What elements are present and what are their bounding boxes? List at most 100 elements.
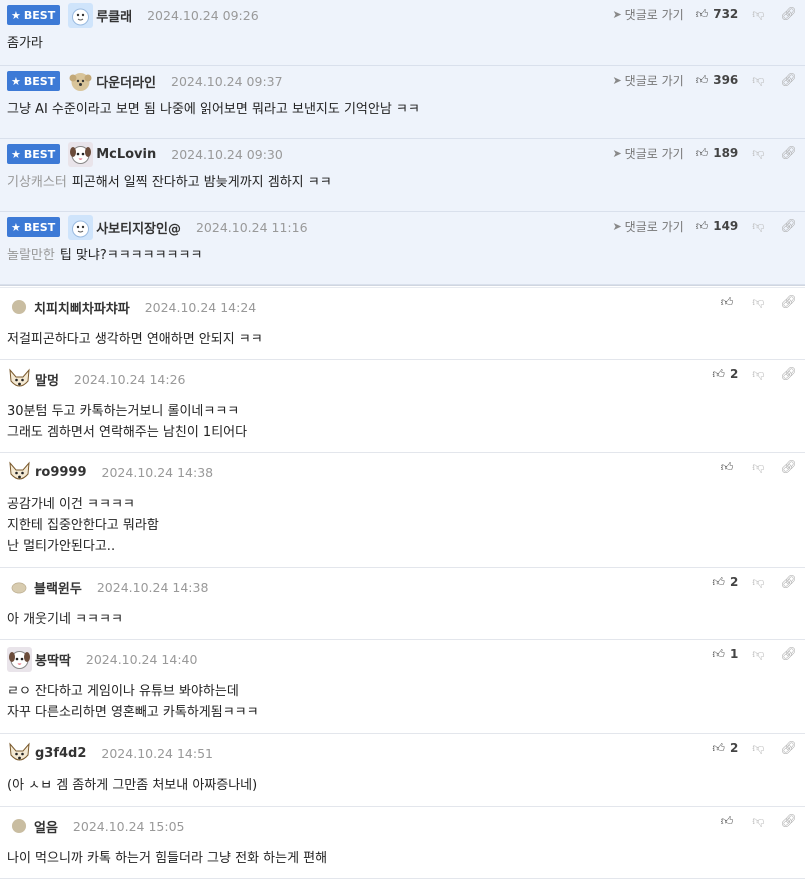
- like-button[interactable]: 👍︎: [702, 295, 738, 310]
- link-icon[interactable]: 🔗︎: [780, 295, 797, 310]
- comment-actions: 👍︎ 1 👎︎ 🔗︎: [702, 640, 797, 668]
- dog-avatar: [68, 141, 94, 167]
- like-count: 2: [729, 575, 739, 589]
- comment: 블랙윈두 2024.10.24 14:38 👍︎ 2 👎︎ 🔗︎ 아 개웃기네 ㅋㅋㅋㅋ: [0, 568, 805, 640]
- thumbs-down-icon[interactable]: 👎︎: [752, 146, 764, 161]
- like-button[interactable]: 👍︎ 396: [696, 73, 739, 88]
- comment-text: 난 멀티가안된다고..: [7, 539, 116, 554]
- like-button[interactable]: 👍︎ 2: [702, 741, 738, 756]
- like-button[interactable]: 👍︎: [702, 814, 738, 829]
- dog-avatar: [7, 646, 32, 672]
- link-icon[interactable]: 🔗︎: [780, 814, 797, 829]
- comment-date: 2024.10.24 09:26: [147, 7, 259, 23]
- goto-comment-link[interactable]: ➤ 댓글로 가기: [612, 72, 683, 89]
- like-button[interactable]: 👍︎ 732: [696, 7, 739, 22]
- comment-date: 2024.10.24 14:24: [144, 299, 257, 315]
- thumbs-down-icon[interactable]: 👎︎: [752, 814, 764, 829]
- comment-body: 30분텀 두고 카톡하는거보니 롤이네ㅋㅋㅋ 그래도 겜하면서 연락해주는 남친이…: [0, 398, 805, 451]
- like-button[interactable]: 👍︎: [702, 460, 738, 475]
- like-count: 732: [713, 7, 739, 21]
- comment-actions: ➤ 댓글로 가기 👍︎ 189 👎︎ 🔗︎: [612, 139, 797, 167]
- goto-comment-link[interactable]: ➤ 댓글로 가기: [612, 6, 683, 23]
- thumbs-up-icon: 👍︎: [712, 740, 725, 755]
- thumbs-down-icon[interactable]: 👎︎: [752, 219, 764, 234]
- nickname[interactable]: 봉딱딱: [35, 650, 71, 669]
- comment-body: 아 개웃기네 ㅋㅋㅋㅋ: [0, 606, 805, 638]
- comment-header: 봉딱딱 2024.10.24 14:40 👍︎ 1 👎︎ 🔗︎: [0, 640, 805, 678]
- thumbs-up-icon: 👍︎: [712, 574, 725, 589]
- star-icon: ★: [11, 74, 21, 88]
- link-icon[interactable]: 🔗︎: [780, 647, 797, 662]
- like-button[interactable]: 👍︎ 2: [702, 575, 738, 590]
- thumbs-down-icon[interactable]: 👎︎: [752, 73, 764, 88]
- comment-body: 저걸피곤하다고 생각하면 연애하면 안되지 ㅋㅋ: [0, 326, 805, 358]
- best-badge: ★ BEST: [7, 5, 61, 25]
- comment-body: 기상캐스터 피곤해서 일찍 잔다하고 밤늦게까지 겜하지 ㅋㅋ: [0, 169, 805, 206]
- star-icon: ★: [11, 147, 21, 161]
- like-count: 2: [729, 741, 739, 755]
- best-badge-label: BEST: [23, 147, 56, 161]
- comment-body: ㄹㅇ 잔다하고 게임이나 유튜브 봐야하는데 자꾸 다른소리하면 영혼빼고 카톡하…: [0, 678, 805, 731]
- nickname[interactable]: 치피치삐차파챠파: [34, 298, 130, 317]
- comment-line: 나이 먹으니까 카톡 하는거 힘들더라 그냥 전화 하는게 편해: [7, 848, 798, 869]
- goto-comment-link[interactable]: ➤ 댓글로 가기: [612, 145, 683, 162]
- comment-header: ★ BEST 루클래 2024.10.24 09:26 ➤ 댓글로 가기 👍︎ 732 👎︎ 🔗︎: [0, 0, 805, 30]
- like-button[interactable]: 👍︎ 189: [696, 146, 739, 161]
- comment-date: 2024.10.24 14:38: [96, 579, 209, 595]
- comment-text: 아 개웃기네 ㅋㅋㅋㅋ: [7, 612, 123, 627]
- comment-line: 저걸피곤하다고 생각하면 연애하면 안되지 ㅋㅋ: [7, 329, 798, 350]
- link-icon[interactable]: 🔗︎: [780, 146, 797, 161]
- link-icon[interactable]: 🔗︎: [780, 575, 797, 590]
- comment-actions: 👍︎ 👎︎ 🔗︎: [702, 453, 797, 481]
- nickname[interactable]: 얼음: [34, 817, 58, 836]
- nickname[interactable]: 다운더라인: [96, 72, 156, 91]
- link-icon[interactable]: 🔗︎: [780, 460, 797, 475]
- thumbs-down-icon[interactable]: 👎︎: [752, 295, 764, 310]
- fox-avatar: [9, 367, 30, 386]
- comment-header: ★ BEST 사보티지장인@ 2024.10.24 11:16 ➤ 댓글로 가기 👍︎ 149…: [0, 212, 805, 242]
- comment-header: ro9999 2024.10.24 14:38 👍︎ 👎︎ 🔗︎: [0, 453, 805, 491]
- like-button[interactable]: 👍︎ 149: [696, 219, 739, 234]
- nickname[interactable]: 사보티지장인@: [96, 218, 181, 237]
- comment-line: ㄹㅇ 잔다하고 게임이나 유튜브 봐야하는데: [7, 681, 798, 702]
- thumbs-down-icon[interactable]: 👎︎: [752, 460, 764, 475]
- like-count: 1: [729, 647, 739, 661]
- comment-actions: 👍︎ 2 👎︎ 🔗︎: [702, 360, 797, 388]
- comment-line: (아 ㅅㅂ 겜 좀하게 그만좀 처보내 아짜증나네): [7, 775, 798, 796]
- link-icon[interactable]: 🔗︎: [780, 73, 797, 88]
- comment-text: 30분텀 두고 카톡하는거보니 롤이네ㅋㅋㅋ: [7, 404, 240, 419]
- link-icon[interactable]: 🔗︎: [780, 367, 797, 382]
- thumbs-down-icon[interactable]: 👎︎: [752, 647, 764, 662]
- like-count: 396: [713, 73, 739, 87]
- thumbs-down-icon[interactable]: 👎︎: [752, 575, 764, 590]
- link-icon[interactable]: 🔗︎: [780, 7, 797, 22]
- comment-actions: 👍︎ 👎︎ 🔗︎: [702, 807, 797, 835]
- best-comment: ★ BEST 사보티지장인@ 2024.10.24 11:16 ➤ 댓글로 가기 👍︎ 149…: [0, 212, 805, 285]
- thumbs-down-icon[interactable]: 👎︎: [752, 367, 764, 382]
- blob-avatar: [11, 582, 27, 594]
- nickname[interactable]: McLovin: [96, 147, 156, 162]
- nickname[interactable]: 블랙윈두: [34, 578, 82, 597]
- nickname[interactable]: ro9999: [35, 465, 87, 480]
- comment-line: 아 개웃기네 ㅋㅋㅋㅋ: [7, 609, 798, 630]
- comment-tag: 기상캐스터: [7, 175, 67, 190]
- comment-actions: ➤ 댓글로 가기 👍︎ 149 👎︎ 🔗︎: [612, 212, 797, 240]
- goto-comment-label: 댓글로 가기: [624, 219, 684, 234]
- nickname[interactable]: g3f4d2: [35, 746, 86, 761]
- thumbs-down-icon[interactable]: 👎︎: [752, 7, 764, 22]
- comment-text: 저걸피곤하다고 생각하면 연애하면 안되지 ㅋㅋ: [7, 332, 263, 347]
- link-icon[interactable]: 🔗︎: [780, 219, 797, 234]
- nickname[interactable]: 루클래: [96, 6, 132, 25]
- comment-text: ㄹㅇ 잔다하고 게임이나 유튜브 봐야하는데: [7, 684, 239, 699]
- comment-date: 2024.10.24 14:51: [101, 745, 213, 761]
- like-button[interactable]: 👍︎ 2: [702, 367, 738, 382]
- link-icon[interactable]: 🔗︎: [780, 741, 797, 756]
- thumbs-down-icon[interactable]: 👎︎: [752, 741, 764, 756]
- like-button[interactable]: 👍︎ 1: [702, 647, 738, 662]
- comment-list: ★ BEST 루클래 2024.10.24 09:26 ➤ 댓글로 가기 👍︎ 732 👎︎ 🔗︎…: [0, 0, 805, 879]
- comment-body: (아 ㅅㅂ 겜 좀하게 그만좀 처보내 아짜증나네): [0, 772, 805, 804]
- like-count: 189: [713, 146, 739, 160]
- goto-comment-link[interactable]: ➤ 댓글로 가기: [612, 218, 683, 235]
- nickname[interactable]: 말멍: [35, 370, 59, 389]
- comment-line: 그래도 겜하면서 연락해주는 남친이 1티어다: [7, 422, 798, 443]
